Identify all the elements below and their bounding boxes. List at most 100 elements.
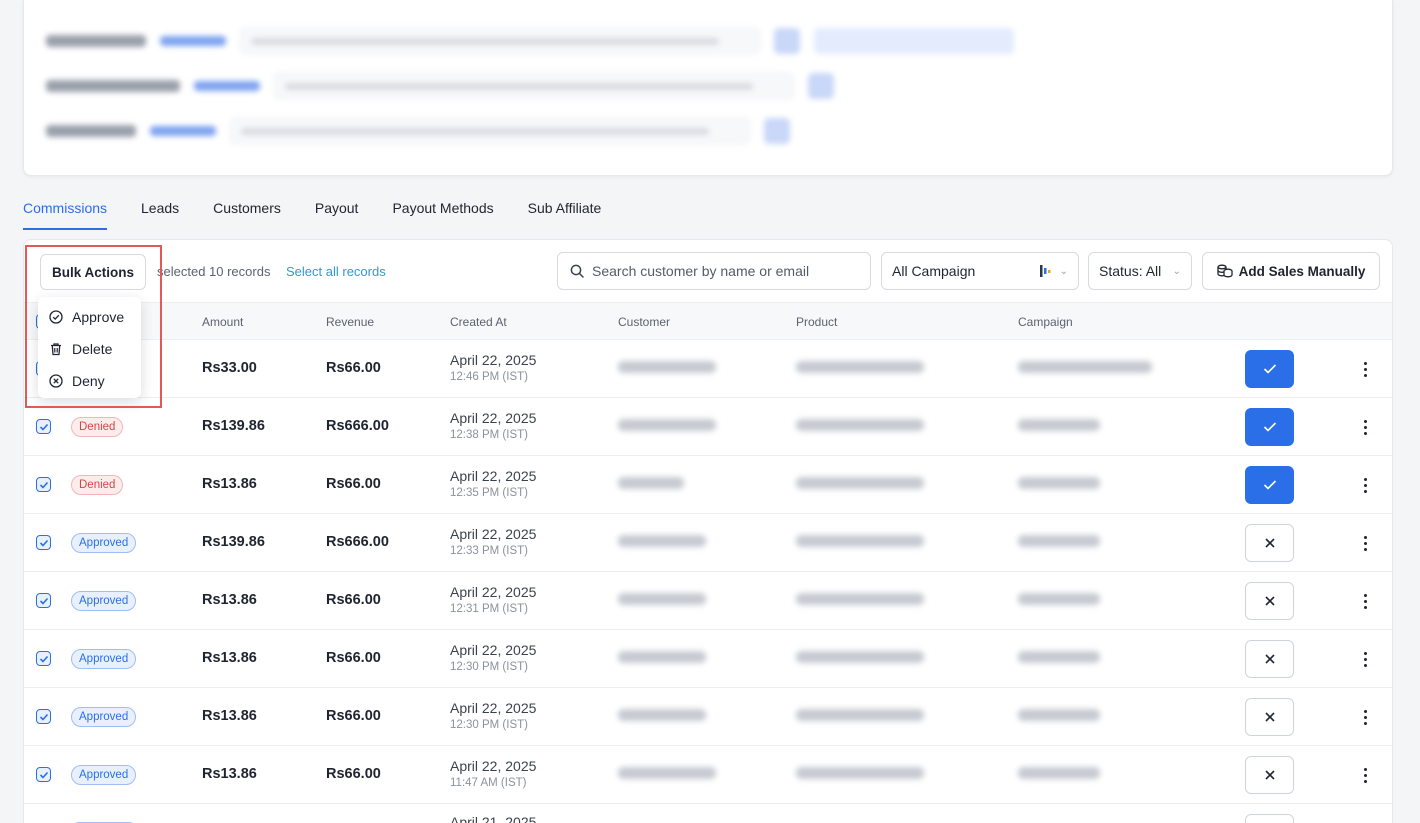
row-checkbox[interactable] xyxy=(36,593,51,608)
approve-row-button[interactable] xyxy=(1245,350,1294,388)
approve-row-button[interactable] xyxy=(1245,466,1294,504)
created-date: April 22, 2025 xyxy=(450,468,537,484)
check-icon xyxy=(39,655,48,663)
chevron-down-icon: ⌄ xyxy=(1172,265,1181,277)
deny-row-button[interactable] xyxy=(1245,640,1294,678)
select-all-records-link[interactable]: Select all records xyxy=(286,264,386,279)
product-cell xyxy=(796,477,924,489)
add-sales-manually-button[interactable]: Add Sales Manually xyxy=(1202,252,1380,290)
amount-cell: Rs13.86 xyxy=(202,476,257,492)
amount-cell: Rs33.00 xyxy=(202,360,257,376)
created-time: 12:38 PM (IST) xyxy=(450,429,528,441)
deny-row-button[interactable] xyxy=(1245,814,1294,823)
bulk-actions-button[interactable]: Bulk Actions xyxy=(40,254,146,290)
tab-leads[interactable]: Leads xyxy=(141,198,179,229)
created-time: 12:33 PM (IST) xyxy=(450,545,528,557)
amount-cell: Rs139.86 xyxy=(202,418,265,434)
tab-payout-methods[interactable]: Payout Methods xyxy=(392,198,493,229)
table-row: Denied Rs13.86 Rs66.00 April 22, 2025 12… xyxy=(24,456,1392,514)
row-checkbox[interactable] xyxy=(36,535,51,550)
customer-cell xyxy=(618,593,706,605)
check-icon xyxy=(39,713,48,721)
customer-cell xyxy=(618,767,716,779)
row-checkbox[interactable] xyxy=(36,651,51,666)
row-more-menu-button[interactable] xyxy=(1358,415,1372,439)
tab-commissions[interactable]: Commissions xyxy=(23,198,108,230)
created-date: April 22, 2025 xyxy=(450,584,537,600)
campaign-link-row xyxy=(46,28,1014,54)
row-more-menu-button[interactable] xyxy=(1358,647,1372,671)
tab-payout[interactable]: Payout xyxy=(315,198,359,229)
deny-row-button[interactable] xyxy=(1245,756,1294,794)
check-icon xyxy=(39,597,48,605)
table-row: Approved Rs13.86 Rs66.00 April 22, 2025 … xyxy=(24,746,1392,804)
search-input[interactable]: Search customer by name or email xyxy=(557,252,871,290)
created-date: April 21, 2025 xyxy=(450,814,537,823)
chevron-down-icon: ⌄ xyxy=(1059,265,1068,277)
customer-cell xyxy=(618,419,716,431)
product-cell xyxy=(796,535,924,547)
column-header-campaign[interactable]: Campaign xyxy=(1018,315,1073,329)
created-time: 12:30 PM (IST) xyxy=(450,719,528,731)
menu-item-delete[interactable]: Delete xyxy=(38,333,141,365)
row-more-menu-button[interactable] xyxy=(1358,705,1372,729)
revenue-cell: Rs666.00 xyxy=(326,418,389,434)
revenue-cell: Rs66.00 xyxy=(326,476,381,492)
status-badge: Approved xyxy=(71,707,137,727)
status-badge: Denied xyxy=(71,417,124,437)
row-more-menu-button[interactable] xyxy=(1358,589,1372,613)
deny-row-button[interactable] xyxy=(1245,582,1294,620)
campaign-link-row xyxy=(46,118,790,144)
product-cell xyxy=(796,593,924,605)
row-checkbox[interactable] xyxy=(36,419,51,434)
bulk-actions-menu: Approve Delete Deny xyxy=(38,297,141,398)
commissions-panel: Bulk Actions selected 10 records Select … xyxy=(23,239,1393,823)
deny-row-button[interactable] xyxy=(1245,524,1294,562)
created-time: 12:31 PM (IST) xyxy=(450,603,528,615)
row-more-menu-button[interactable] xyxy=(1358,357,1372,381)
check-icon xyxy=(39,423,48,431)
row-checkbox[interactable] xyxy=(36,709,51,724)
check-icon xyxy=(39,539,48,547)
column-header-created-at[interactable]: Created At xyxy=(450,315,507,329)
created-date: April 22, 2025 xyxy=(450,526,537,542)
column-header-revenue[interactable]: Revenue xyxy=(326,315,374,329)
menu-item-approve[interactable]: Approve xyxy=(38,301,141,333)
table-row: Approved Rs13.86 Rs66.00 April 22, 2025 … xyxy=(24,572,1392,630)
table-row: Rs33.00 Rs66.00 April 22, 2025 12:46 PM … xyxy=(24,340,1392,398)
created-date: April 22, 2025 xyxy=(450,758,537,774)
menu-item-approve-label: Approve xyxy=(72,309,125,325)
row-more-menu-button[interactable] xyxy=(1358,473,1372,497)
revenue-cell: Rs66.00 xyxy=(326,360,381,376)
status-badge: Denied xyxy=(71,475,124,495)
campaign-cell xyxy=(1018,767,1100,779)
campaign-link-row xyxy=(46,73,834,99)
tab-customers[interactable]: Customers xyxy=(213,198,281,229)
check-icon xyxy=(39,481,48,489)
row-more-menu-button[interactable] xyxy=(1358,763,1372,787)
created-time: 12:30 PM (IST) xyxy=(450,661,528,673)
tab-sub-affiliate[interactable]: Sub Affiliate xyxy=(528,198,602,229)
row-more-menu-button[interactable] xyxy=(1358,531,1372,555)
campaign-cell xyxy=(1018,709,1100,721)
customer-cell xyxy=(618,535,706,547)
amount-cell: Rs13.86 xyxy=(202,650,257,666)
menu-item-deny[interactable]: Deny xyxy=(38,365,141,397)
column-header-product[interactable]: Product xyxy=(796,315,837,329)
campaign-cell xyxy=(1018,361,1152,373)
row-checkbox[interactable] xyxy=(36,767,51,782)
created-date: April 22, 2025 xyxy=(450,352,537,368)
deny-row-button[interactable] xyxy=(1245,698,1294,736)
menu-item-deny-label: Deny xyxy=(72,373,105,389)
column-header-customer[interactable]: Customer xyxy=(618,315,670,329)
search-placeholder: Search customer by name or email xyxy=(592,263,810,279)
row-checkbox[interactable] xyxy=(36,477,51,492)
status-filter-select[interactable]: Status: All ⌄ xyxy=(1088,252,1192,290)
campaign-select[interactable]: All Campaign ⌄ xyxy=(881,252,1079,290)
product-cell xyxy=(796,361,924,373)
created-date: April 22, 2025 xyxy=(450,700,537,716)
campaign-cell xyxy=(1018,593,1100,605)
status-badge: Approved xyxy=(71,765,137,785)
approve-row-button[interactable] xyxy=(1245,408,1294,446)
column-header-amount[interactable]: Amount xyxy=(202,315,243,329)
